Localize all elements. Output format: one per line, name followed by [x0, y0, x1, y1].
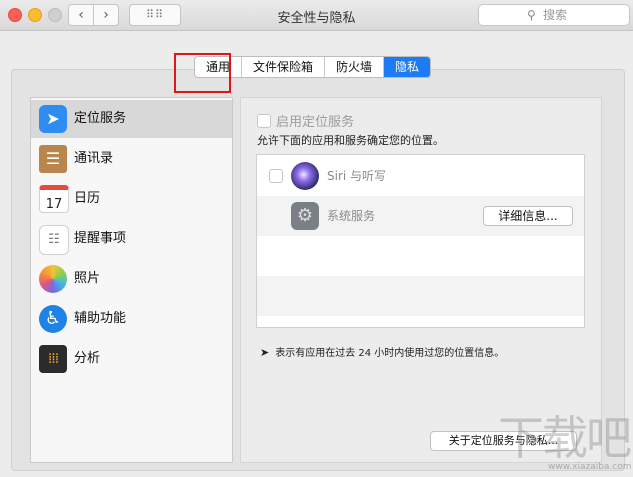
- sidebar-item-calendar[interactable]: 17 日历: [31, 180, 232, 218]
- sidebar-item-location-services[interactable]: ➤ 定位服务: [31, 100, 232, 138]
- privacy-sidebar: ➤ 定位服务 ☰ 通讯录 17 日历 ☷ 提醒事项 照片 ♿ 辅助功能 ⁞⁞⁞ …: [30, 97, 233, 463]
- watermark-url: www.xiazaiba.com: [548, 462, 632, 472]
- recent-location-note: ➤ 表示有应用在过去 24 小时内使用过您的位置信息。: [260, 344, 504, 359]
- sidebar-item-reminders[interactable]: ☷ 提醒事项: [31, 220, 232, 258]
- sidebar-item-label: 日历: [74, 191, 101, 206]
- list-item-system-services[interactable]: ⚙ 系统服务 详细信息...: [257, 196, 584, 236]
- note-text: 表示有应用在过去 24 小时内使用过您的位置信息。: [275, 348, 505, 359]
- reminders-icon: ☷: [39, 225, 69, 255]
- sidebar-item-photos[interactable]: 照片: [31, 260, 232, 298]
- contacts-book-icon: ☰: [39, 145, 67, 173]
- location-arrow-icon: ➤: [260, 346, 270, 359]
- enable-location-services-checkbox[interactable]: 启用定位服务: [257, 111, 354, 130]
- tab-firewall[interactable]: 防火墙: [325, 57, 385, 77]
- siri-icon: [291, 162, 319, 190]
- sidebar-item-label: 分析: [74, 351, 101, 366]
- sidebar-item-label: 照片: [74, 271, 101, 286]
- details-button[interactable]: 详细信息...: [483, 206, 573, 226]
- sidebar-item-accessibility[interactable]: ♿ 辅助功能: [31, 300, 232, 338]
- app-label: 系统服务: [327, 209, 376, 223]
- list-empty-row: [257, 276, 584, 316]
- location-arrow-icon: ➤: [39, 105, 67, 133]
- sidebar-item-label: 定位服务: [74, 111, 127, 126]
- allow-description: 允许下面的应用和服务确定您的位置。: [257, 134, 444, 147]
- tab-filevault[interactable]: 文件保险箱: [242, 57, 326, 77]
- calendar-icon: 17: [39, 185, 69, 213]
- app-label: Siri 与听写: [327, 169, 387, 183]
- sidebar-item-analytics[interactable]: ⁞⁞⁞ 分析: [31, 340, 232, 378]
- sidebar-item-label: 辅助功能: [74, 311, 127, 326]
- app-list: Siri 与听写 ⚙ 系统服务 详细信息...: [256, 154, 585, 328]
- list-item-siri[interactable]: Siri 与听写: [257, 156, 584, 196]
- checkbox[interactable]: [257, 114, 271, 128]
- annotation-highlight-box: [174, 53, 231, 93]
- system-gear-icon: ⚙: [291, 202, 319, 230]
- list-empty-row: [257, 236, 584, 276]
- accessibility-icon: ♿: [39, 305, 67, 333]
- tab-privacy[interactable]: 隐私: [384, 57, 431, 77]
- app-checkbox[interactable]: [269, 169, 283, 183]
- search-input[interactable]: ⚲ 搜索: [478, 4, 630, 26]
- enable-location-label: 启用定位服务: [276, 115, 355, 130]
- sidebar-item-label: 通讯录: [74, 151, 114, 166]
- sidebar-item-label: 提醒事项: [74, 231, 127, 246]
- photos-icon: [39, 265, 67, 293]
- title-bar: ‹ › ⠿⠿ 安全性与隐私 ⚲ 搜索: [0, 0, 633, 31]
- sidebar-item-contacts[interactable]: ☰ 通讯录: [31, 140, 232, 178]
- search-icon: ⚲: [527, 8, 536, 22]
- analytics-icon: ⁞⁞⁞: [39, 345, 67, 373]
- watermark-logo: 下载吧: [498, 411, 632, 465]
- search-placeholder: 搜索: [543, 8, 568, 22]
